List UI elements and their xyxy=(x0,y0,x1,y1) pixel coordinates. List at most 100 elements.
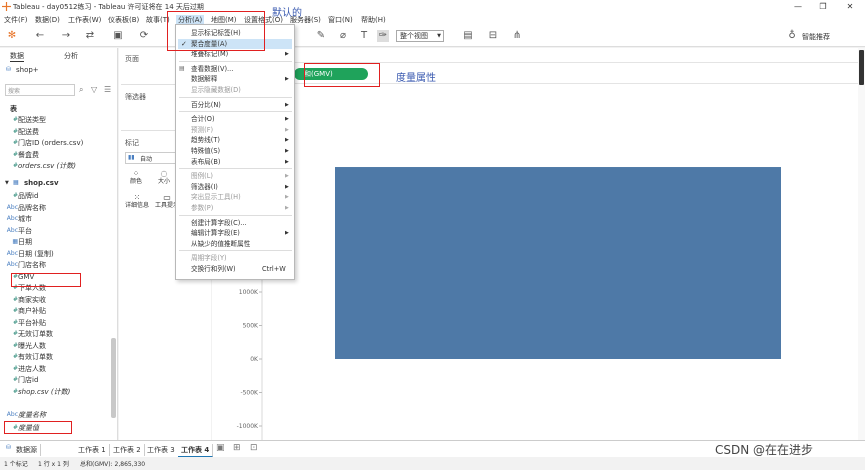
view-canvas: 和(GMV) 度量属性 1000K 500K 0K -500K -1000K xyxy=(212,48,858,440)
field-item[interactable]: 商家实收 xyxy=(18,295,46,305)
menu-data[interactable]: 数据(D) xyxy=(35,15,60,25)
columns-shelf[interactable] xyxy=(212,48,858,63)
number-icon: # xyxy=(12,364,18,372)
attach-icon[interactable]: ⌀ xyxy=(337,30,349,42)
tab-analysis[interactable]: 分析 xyxy=(64,51,78,61)
field-item[interactable]: 门店名称 xyxy=(18,260,46,270)
y-tick-label: -500K xyxy=(240,390,259,397)
menu-item[interactable]: 查看数据(V)... xyxy=(191,64,233,74)
field-item[interactable]: shop.csv (计数) xyxy=(18,387,70,397)
menu-item[interactable]: 筛选器(I) xyxy=(191,182,218,192)
smart-recommend-button[interactable]: 智能推荐 xyxy=(802,32,830,42)
share-icon[interactable]: ⋔ xyxy=(511,30,523,42)
field-item[interactable]: 商户补贴 xyxy=(18,306,46,316)
menu-item[interactable]: 编辑计算字段(E) xyxy=(191,228,240,238)
field-item[interactable]: 门店ID (orders.csv) xyxy=(18,138,83,148)
presentation-icon[interactable]: ⊟ xyxy=(487,30,499,42)
menu-item[interactable]: 数据解释 xyxy=(191,74,217,84)
menu-help[interactable]: 帮助(H) xyxy=(361,15,386,25)
field-item[interactable]: 品牌名称 xyxy=(18,203,46,213)
tab-sheet-3[interactable]: 工作表 3 xyxy=(144,444,179,456)
tab-sheet-1[interactable]: 工作表 1 xyxy=(75,444,110,456)
tab-sheet-4[interactable]: 工作表 4 xyxy=(178,444,214,457)
menu-file[interactable]: 文件(F) xyxy=(4,15,28,25)
redo-icon[interactable]: → xyxy=(60,30,72,42)
fit-select-value: 整个视图 xyxy=(400,32,428,40)
number-icon: # xyxy=(12,150,18,158)
new-datasource-icon[interactable]: ⇄ xyxy=(84,30,96,42)
tab-data[interactable]: 数据 xyxy=(10,51,24,62)
menu-dashboard[interactable]: 仪表板(B) xyxy=(108,15,139,25)
vertical-scrollbar[interactable] xyxy=(858,48,865,440)
menu-item[interactable]: 趋势线(T) xyxy=(191,135,220,145)
field-item[interactable]: 餐盒费 xyxy=(18,150,39,160)
field-item[interactable]: 配送费 xyxy=(18,127,39,137)
field-item[interactable]: 有效订单数 xyxy=(18,352,53,362)
field-item[interactable]: 日期 xyxy=(18,237,32,247)
field-item[interactable]: 曝光人数 xyxy=(18,341,46,351)
left-panel-scrollbar[interactable] xyxy=(111,338,116,418)
fit-select[interactable]: 整个视图 ▼ xyxy=(396,30,444,42)
bar-gmv[interactable] xyxy=(335,167,781,359)
field-item[interactable]: 进店人数 xyxy=(18,364,46,374)
field-item[interactable]: 门店id xyxy=(18,375,38,385)
field-measure-names[interactable]: 度量名称 xyxy=(18,410,46,420)
menu-item[interactable]: 合计(O) xyxy=(191,114,215,124)
menu-worksheet[interactable]: 工作表(W) xyxy=(68,15,101,25)
undo-icon[interactable]: ← xyxy=(34,30,46,42)
menu-item[interactable]: 交换行和列(W) xyxy=(191,264,236,274)
menu-window[interactable]: 窗口(N) xyxy=(328,15,353,25)
detail-icon: ⁙ xyxy=(133,193,141,202)
save-icon[interactable]: ▣ xyxy=(112,30,124,42)
menu-item[interactable]: 百分比(N) xyxy=(191,100,221,110)
menu-item[interactable]: 特殊值(S) xyxy=(191,146,220,156)
menu-item[interactable]: 创建计算字段(C)... xyxy=(191,218,247,228)
menu-highlight-box xyxy=(167,11,265,51)
datasource-name[interactable]: shop+ xyxy=(16,66,39,74)
pin-axis-icon[interactable]: ✑ xyxy=(377,30,389,42)
string-icon: Abc xyxy=(6,411,18,418)
tableau-home-icon[interactable]: ✻ xyxy=(6,30,18,42)
new-story-icon[interactable]: ⊡ xyxy=(250,443,258,453)
menu-separator xyxy=(179,168,292,170)
filter-icon[interactable]: ▽ xyxy=(91,85,97,94)
size-button[interactable]: ◌ 大小 xyxy=(153,170,175,190)
field-item[interactable]: 平台 xyxy=(18,226,32,236)
label-toggle-icon[interactable]: ▤ xyxy=(462,30,474,42)
field-item[interactable]: 城市 xyxy=(18,214,32,224)
menu-item[interactable]: 从缺少的值推断属性 xyxy=(191,239,250,249)
field-item[interactable]: 品牌id xyxy=(18,191,38,201)
refresh-icon[interactable]: ⟳ xyxy=(138,30,150,42)
maximize-button[interactable]: ❐ xyxy=(813,1,833,12)
field-item[interactable]: 日期 (复制) xyxy=(18,249,54,259)
field-item[interactable]: orders.csv (计数) xyxy=(18,161,76,171)
text-label-icon[interactable]: T xyxy=(358,30,370,42)
highlight-icon[interactable]: ✎ xyxy=(315,30,327,42)
tab-sheet-2[interactable]: 工作表 2 xyxy=(110,444,145,456)
bar-chart-icon: ▮▮ xyxy=(128,154,135,161)
field-item[interactable]: 无效订单数 xyxy=(18,329,53,339)
annotation-measure: 度量属性 xyxy=(396,73,436,84)
close-button[interactable]: ✕ xyxy=(840,1,860,12)
field-item[interactable]: 配送类型 xyxy=(18,115,46,125)
view-options-icon[interactable]: ☰ xyxy=(104,85,111,94)
color-button[interactable]: ⁘ 颜色 xyxy=(125,170,147,190)
search-input[interactable]: 搜索 xyxy=(5,84,75,96)
number-icon: # xyxy=(12,353,18,360)
minimize-button[interactable]: — xyxy=(788,1,808,12)
detail-button[interactable]: ⁙ 详细信息 xyxy=(123,194,151,214)
status-bar: 1 个标记 1 行 x 1 列 总和(GMV): 2,865,330 xyxy=(0,457,865,470)
scrollbar-thumb[interactable] xyxy=(859,50,864,85)
smart-recommend-icon[interactable]: ♁ xyxy=(786,30,798,42)
tab-datasource[interactable]: 数据源 xyxy=(13,444,41,456)
field-item[interactable]: 平台补贴 xyxy=(18,318,46,328)
shop-table-name[interactable]: shop.csv xyxy=(24,179,59,187)
menu-item[interactable]: 表布局(B) xyxy=(191,157,220,167)
chevron-down-icon[interactable]: ▼ xyxy=(5,180,9,186)
new-worksheet-icon[interactable]: ▣ xyxy=(216,443,225,453)
pages-label: 页面 xyxy=(125,55,139,63)
menu-item: 预测(F) xyxy=(191,125,214,134)
search-icon[interactable]: ⌕ xyxy=(79,85,83,95)
new-dashboard-icon[interactable]: ⊞ xyxy=(233,443,241,453)
menu-separator xyxy=(179,250,292,252)
